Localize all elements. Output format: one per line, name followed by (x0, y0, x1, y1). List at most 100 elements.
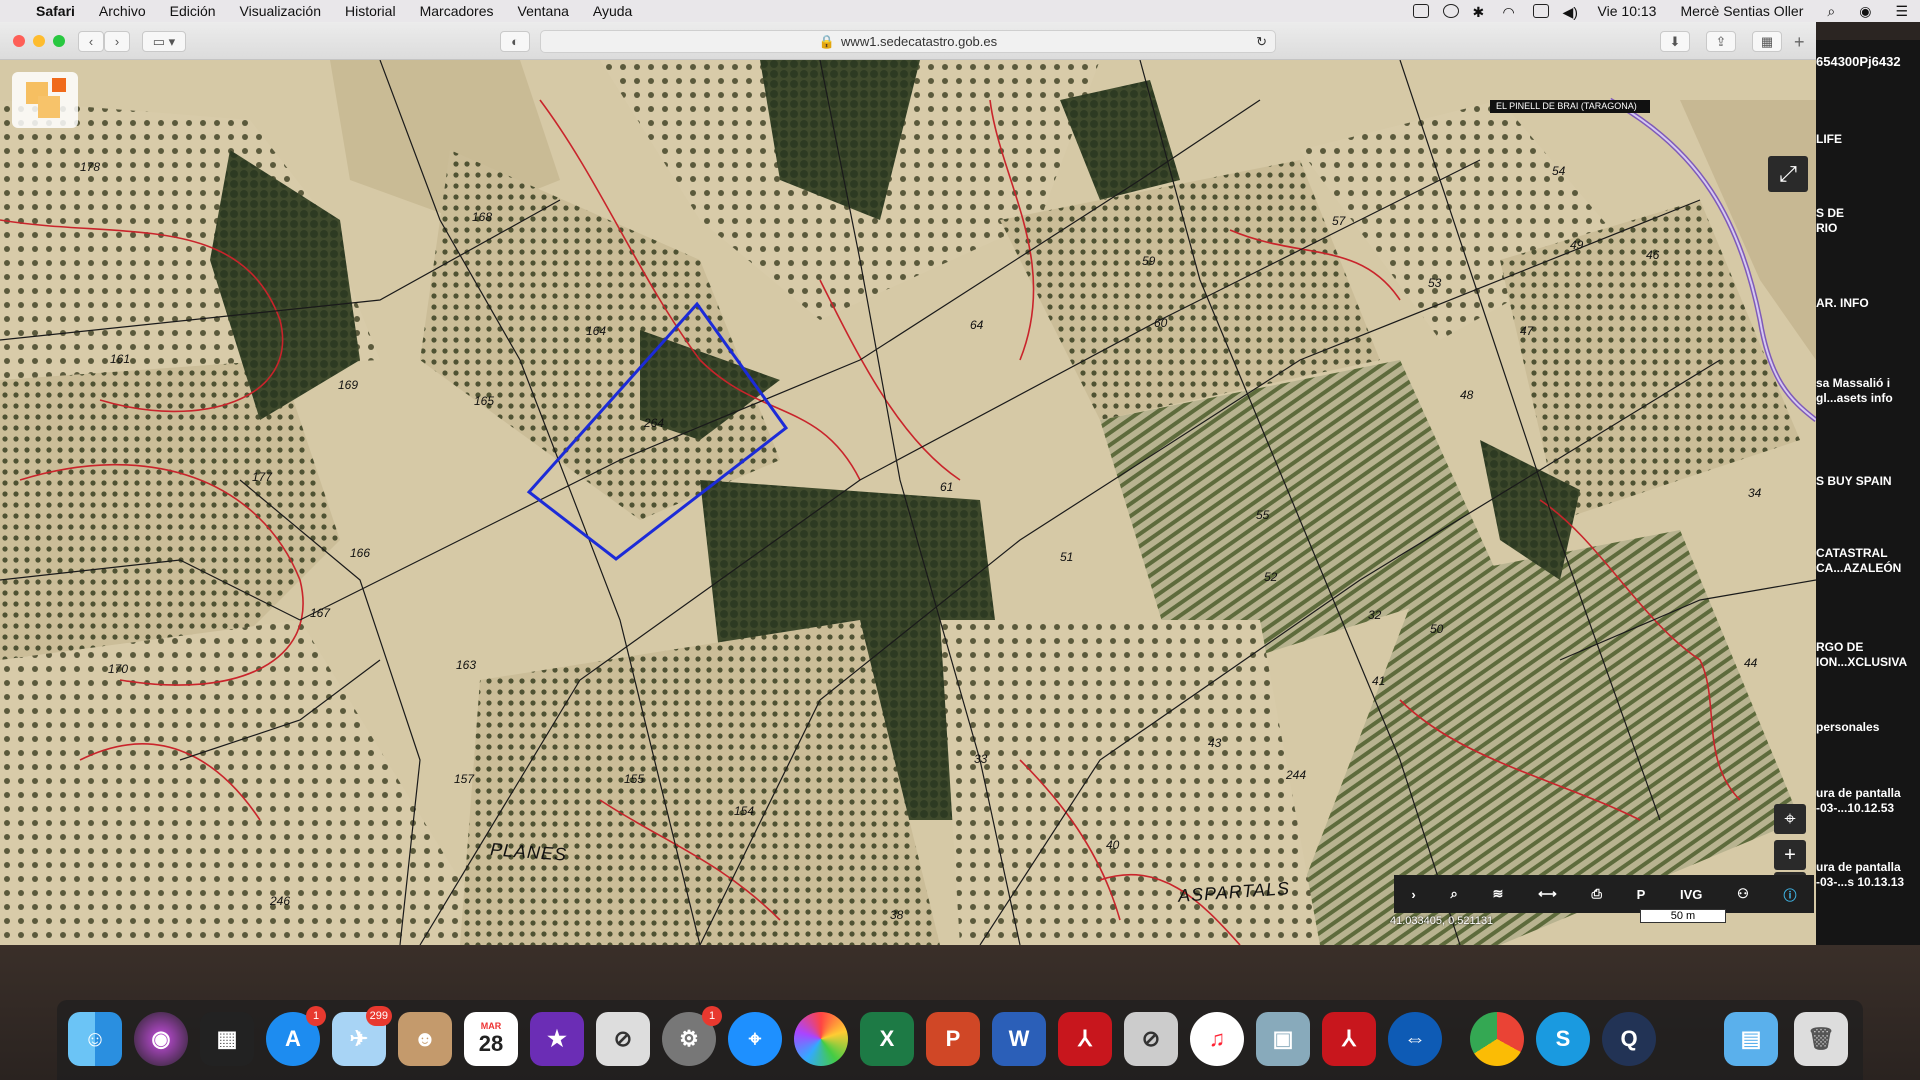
disabled-app-icon[interactable]: ⊘ (596, 1012, 650, 1066)
downloads-icon[interactable]: ⬇ (1660, 31, 1690, 52)
contacts-icon[interactable]: ☻ (398, 1012, 452, 1066)
imovie-icon[interactable]: ★ (530, 1012, 584, 1066)
excel-icon[interactable]: X (860, 1012, 914, 1066)
menubar-clock[interactable]: Vie 10:13 (1586, 3, 1669, 19)
zoom-window-button[interactable] (53, 35, 65, 47)
desktop-file[interactable]: ura de pantalla -03-...s 10.13.13 (1816, 860, 1920, 890)
parcel-label: 47 (1520, 324, 1534, 338)
address-bar[interactable]: 🔒 www1.sedecatastro.gob.es ↻ (540, 30, 1276, 53)
desktop-file[interactable]: CATASTRAL CA...AZALEÓN (1816, 546, 1920, 576)
word-icon[interactable]: W (992, 1012, 1046, 1066)
powerpoint-icon[interactable]: P (926, 1012, 980, 1066)
skype-icon[interactable]: S (1536, 1012, 1590, 1066)
ivg-label[interactable]: IVG (1680, 887, 1702, 902)
menubar-user[interactable]: Mercè Sentias Oller (1668, 3, 1815, 19)
quicktime-icon[interactable]: Q (1602, 1012, 1656, 1066)
layers-icon[interactable]: ≋ (1492, 886, 1503, 902)
acrobat-icon[interactable]: ⅄ (1058, 1012, 1112, 1066)
mail-badge: 299 (365, 1006, 392, 1026)
screen-icon[interactable] (1412, 4, 1429, 18)
siri-icon[interactable]: ◉ (134, 1012, 188, 1066)
desktop-file[interactable]: AR. INFO (1816, 296, 1920, 311)
menu-ayuda[interactable]: Ayuda (581, 3, 644, 19)
parcel-icon[interactable]: P (1637, 887, 1646, 902)
menu-edicion[interactable]: Edición (158, 3, 228, 19)
disabled-app-icon-2[interactable]: ⊘ (1124, 1012, 1178, 1066)
app-store-icon[interactable]: A1 (266, 1006, 326, 1066)
chrome-icon[interactable] (1470, 1012, 1524, 1066)
search-icon[interactable]: ⌕ (1450, 886, 1457, 902)
parcel-label: 40 (1106, 838, 1120, 852)
map-toolbar: › ⌕ ≋ ⟷ ⎙ P IVG ⚇ ⓘ (1394, 875, 1814, 913)
music-icon[interactable]: ♫ (1190, 1012, 1244, 1066)
parcel-label: 64 (970, 318, 984, 332)
print-icon[interactable]: ⎙ (1591, 886, 1601, 902)
teamviewer-icon[interactable]: ⇔ (1388, 1012, 1442, 1066)
menu-archivo[interactable]: Archivo (87, 3, 158, 19)
minimize-window-button[interactable] (33, 35, 45, 47)
safari-icon[interactable]: ⌖ (728, 1012, 782, 1066)
menu-marcadores[interactable]: Marcadores (408, 3, 506, 19)
fullscreen-icon[interactable]: ⤢ (1768, 156, 1808, 192)
parcel-label: 157 (454, 772, 475, 786)
parcel-label: 52 (1264, 570, 1278, 584)
parcel-label: 55 (1256, 508, 1270, 522)
info-icon[interactable]: ⓘ (1784, 885, 1797, 904)
desktop-file[interactable]: S DE RIO (1816, 206, 1920, 236)
trash-icon[interactable]: 🗑 (1794, 1012, 1848, 1066)
bluetooth-icon[interactable]: ✱ (1473, 4, 1489, 20)
desktop-file[interactable]: ura de pantalla -03-...10.12.53 (1816, 786, 1920, 816)
calendar-icon[interactable]: MAR 28 (464, 1012, 518, 1066)
desktop-sidebar-files: 654300Pj6432 LIFE S DE RIO AR. INFO sa M… (1816, 40, 1920, 945)
parcel-label: 154 (734, 804, 755, 818)
time-machine-icon[interactable] (1442, 4, 1459, 18)
sidebar-toggle-icon[interactable]: ▭ ▾ (142, 31, 186, 52)
reload-icon[interactable]: ↻ (1256, 34, 1267, 50)
close-window-button[interactable] (13, 35, 25, 47)
desktop-file[interactable]: RGO DE ION...XCLUSIVA (1816, 640, 1920, 670)
mail-icon[interactable]: ✈ 299 (332, 1006, 392, 1066)
wifi-icon[interactable]: ◠ (1503, 4, 1519, 20)
notification-center-icon[interactable]: ☰ (1883, 3, 1920, 20)
battery-icon[interactable] (1532, 4, 1549, 18)
privacy-report-icon[interactable]: ◐ (500, 31, 530, 52)
desktop-file[interactable]: S BUY SPAIN (1816, 474, 1920, 489)
preview-icon[interactable]: ▣ (1256, 1012, 1310, 1066)
tab-overview-icon[interactable]: ▦ (1752, 31, 1782, 52)
parcel-label: 167 (310, 606, 331, 620)
forward-button[interactable]: › (104, 31, 130, 52)
applications-folder-icon[interactable]: ▤ (1724, 1012, 1778, 1066)
chevron-right-icon[interactable]: › (1411, 887, 1415, 902)
partial-id-text: 654300Pj6432 (1816, 54, 1901, 69)
photo-booth-icon[interactable]: ▦ (200, 1012, 254, 1066)
desktop-file[interactable]: personales (1816, 720, 1920, 735)
back-button[interactable]: ‹ (78, 31, 104, 52)
desktop-file[interactable]: LIFE (1816, 132, 1920, 147)
app-store-badge: 1 (306, 1006, 326, 1026)
menu-visualizacion[interactable]: Visualización (228, 3, 333, 19)
menu-historial[interactable]: Historial (333, 3, 408, 19)
siri-icon[interactable]: ◉ (1847, 3, 1883, 20)
locate-icon[interactable]: ⌖ (1774, 804, 1806, 834)
parcel-label: 168 (472, 210, 493, 224)
parcel-label: 32 (1368, 608, 1382, 622)
finder-icon[interactable]: ☺ (68, 1012, 122, 1066)
new-tab-button[interactable]: + (1794, 32, 1805, 53)
parcel-label: 54 (1552, 164, 1566, 178)
share-icon[interactable]: ⚇ (1737, 886, 1749, 902)
zoom-in-button[interactable]: + (1774, 840, 1806, 870)
measure-icon[interactable]: ⟷ (1538, 886, 1557, 902)
menu-app-safari[interactable]: Safari (24, 3, 87, 19)
photos-icon[interactable] (794, 1012, 848, 1066)
desktop-file[interactable]: sa Massalió i gl...asets info (1816, 376, 1920, 406)
share-icon[interactable]: ⇪ (1706, 31, 1736, 52)
system-preferences-icon[interactable]: ⚙ 1 (662, 1006, 722, 1066)
parcel-label: 61 (940, 480, 954, 494)
acrobat-reader-icon[interactable]: ⅄ (1322, 1012, 1376, 1066)
menu-ventana[interactable]: Ventana (506, 3, 581, 19)
volume-icon[interactable]: ◀) (1563, 4, 1579, 20)
parcel-label: 163 (456, 658, 477, 672)
parcel-label: 166 (350, 546, 371, 560)
spotlight-icon[interactable]: ⌕ (1815, 3, 1847, 20)
cadastral-map[interactable]: 178 168 161 169 164 165 264 177 166 167 … (0, 60, 1816, 945)
